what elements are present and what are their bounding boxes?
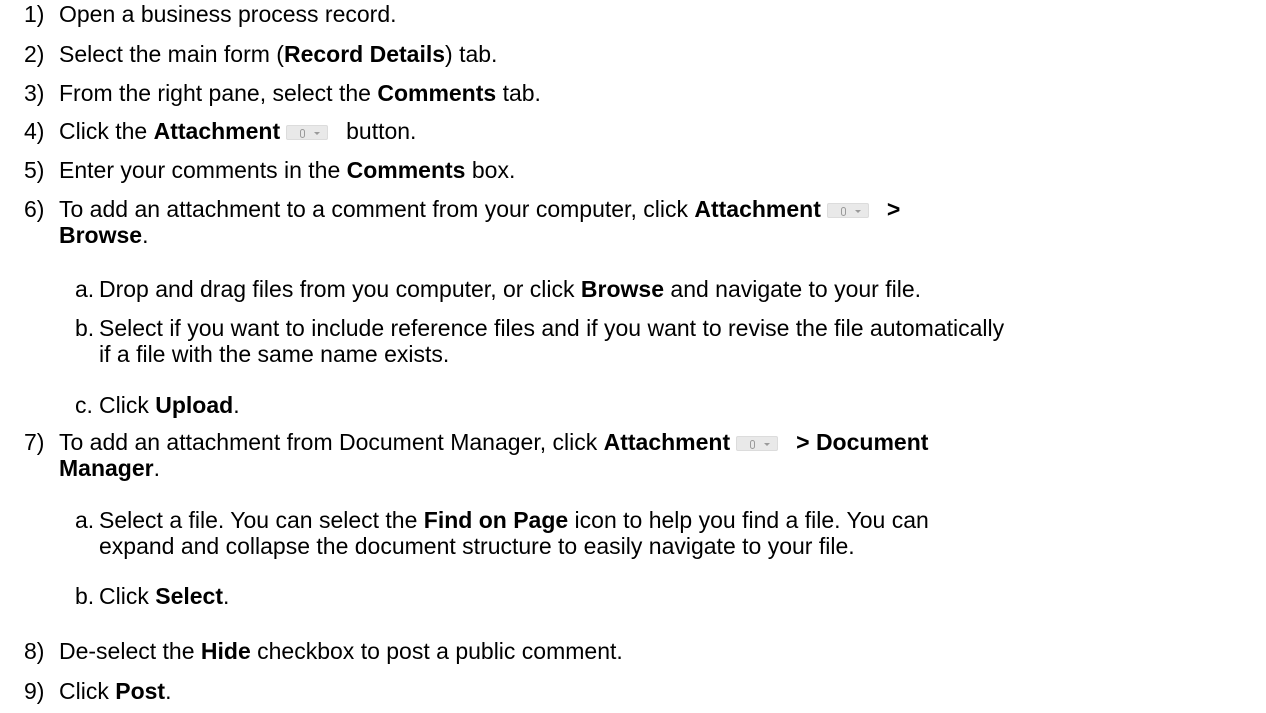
chevron-down-icon [764,443,771,446]
text-run: Click [99,392,156,418]
attachment-icon [826,203,869,218]
text-run: To add an attachment to a comment from y… [59,196,695,222]
chevron-down-icon [314,132,321,135]
substep-letter: b. [75,315,95,341]
instructions-document: 1) Open a business process record. 2) Selec… [0,0,1266,713]
text-run: . [223,583,230,609]
text-run: . [233,392,240,418]
bold-term: Select [155,583,223,609]
step-number: 1) [24,1,45,27]
text-run: . [165,678,172,704]
step-text: Open a business process record. [59,1,1209,27]
text-run: Open a business process record. [59,1,397,27]
bold-term: Manager [59,455,154,481]
substep-letter: b. [75,583,95,609]
text-run: if a file with the same name exists. [99,341,450,367]
substep-text: Drop and drag files from you computer, o… [99,276,1229,302]
text-run: Enter your comments in the [59,157,347,183]
text-run: ) tab. [445,41,498,67]
step-number: 9) [24,678,45,704]
bold-term: Attachment [694,196,821,222]
step-text: To add an attachment from Document Manag… [59,429,1209,481]
step-number: 4) [24,118,45,144]
text-run: Click [59,678,116,704]
text-run: Click [99,583,156,609]
substep-text: Select if you want to include reference … [99,315,1229,367]
step-number: 5) [24,157,45,183]
bold-term: Find on Page [423,507,569,533]
step-text: From the right pane, select the Comments… [59,80,1209,106]
substep-text: Select a file. You can select the Find o… [99,507,1229,559]
text-run: Select the main form ( [59,41,284,67]
bold-term: Browse [59,222,143,248]
bold-term: Attachment [603,429,731,455]
step-number: 6) [24,196,45,222]
bold-term: > [886,196,901,222]
step-number: 7) [24,429,45,455]
step-number: 3) [24,80,45,106]
paperclip-icon [750,440,756,449]
bold-term: Comments [377,80,497,106]
step-text: De-select the Hide checkbox to post a pu… [59,638,1209,664]
text-run: button. [346,118,417,144]
bold-term: Post [115,678,166,704]
bold-term: Browse [580,276,665,302]
bold-term: > Document [796,429,929,455]
text-run: expand and collapse the document structu… [99,533,855,559]
text-run: icon to help you find a file. You can [568,507,929,533]
text-run: To add an attachment from Document Manag… [59,429,604,455]
text-run: tab. [496,80,541,106]
text-run: . [142,222,149,248]
substep-letter: a. [75,276,95,302]
bold-term: Comments [346,157,466,183]
substep-letter: a. [75,507,95,533]
bold-term: Record Details [283,41,446,67]
paperclip-icon [300,129,306,138]
bold-term: Upload [155,392,234,418]
text-run: Select a file. You can select the [99,507,424,533]
step-number: 2) [24,41,45,67]
paperclip-icon [840,207,846,216]
step-text: Enter your comments in the Comments box. [59,157,1209,183]
text-run: Select if you want to include reference … [99,315,1005,341]
chevron-down-icon [854,210,861,213]
text-run: From the right pane, select the [59,80,378,106]
text-run: box. [465,157,516,183]
text-run: Drop and drag files from you computer, o… [99,276,581,302]
text-run: checkbox to post a public comment. [250,638,623,664]
attachment-icon [736,436,779,451]
text-run: De-select the [59,638,201,664]
substep-text: Click Select. [99,583,1229,609]
text-run: and navigate to your file. [664,276,922,302]
bold-term: Attachment [153,118,281,144]
step-text: Select the main form (Record Details) ta… [59,41,1209,67]
step-number: 8) [24,638,45,664]
step-text: Click the Attachment button. [59,118,1209,144]
bold-term: Hide [200,638,251,664]
attachment-icon [286,125,329,140]
text-run: . [153,455,160,481]
step-text: To add an attachment to a comment from y… [59,196,1209,248]
substep-letter: c. [75,392,93,418]
substep-text: Click Upload. [99,392,1229,418]
step-text: Click Post. [59,678,1209,704]
text-run: Click the [59,118,154,144]
